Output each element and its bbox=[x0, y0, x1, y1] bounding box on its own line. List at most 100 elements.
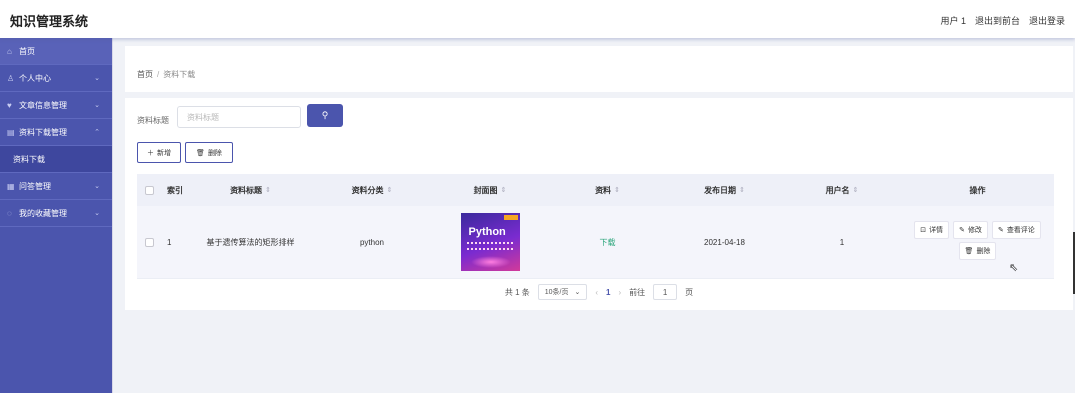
current-page[interactable]: 1 bbox=[606, 288, 610, 297]
sidebar-item-article-management[interactable]: ♥ 文章信息管理 ⌄ bbox=[0, 92, 112, 119]
row-user: 1 bbox=[839, 237, 845, 247]
view-comments-button[interactable]: ✎ 查看评论 bbox=[991, 221, 1041, 239]
sidebar-item-label: 问答管理 bbox=[19, 181, 51, 191]
select-all-cell bbox=[137, 174, 161, 206]
row-title: 基于遗传算法的矩形排样 bbox=[206, 237, 295, 247]
sidebar-item-qa-management[interactable]: ▦ 问答管理 ⌄ bbox=[0, 173, 112, 200]
search-button[interactable]: ⚲ bbox=[307, 104, 343, 127]
row-index: 1 bbox=[167, 237, 172, 247]
header-date[interactable]: 发布日期 ⇕ bbox=[666, 174, 783, 206]
detail-label: 详情 bbox=[929, 227, 944, 234]
edit-label: 修改 bbox=[967, 227, 982, 234]
sort-icon[interactable]: ⇕ bbox=[265, 186, 271, 194]
header-user-label: 用户名 bbox=[825, 185, 850, 195]
ops-row-2: 🗑 删除 bbox=[958, 242, 997, 260]
grid-icon: ▦ bbox=[7, 181, 15, 191]
row-delete-label: 删除 bbox=[976, 248, 991, 255]
breadcrumb-panel: 首页 / 资料下载 bbox=[125, 46, 1073, 92]
sidebar-item-favorites-management[interactable]: ◌ 我的收藏管理 ⌄ bbox=[0, 200, 112, 227]
table-header: 索引 资料标题 ⇕ 资料分类 ⇕ 封面图 ⇕ 资料 ⇕ 发布日期 ⇕ 用户名 ⇕ 操作 bbox=[137, 174, 1054, 206]
header-ops: 操作 bbox=[969, 185, 986, 195]
sidebar-item-personal-center[interactable]: ♙ 个人中心 ⌄ bbox=[0, 65, 112, 92]
app-title: 知识管理系统 bbox=[10, 14, 89, 29]
sort-icon[interactable]: ⇕ bbox=[853, 186, 859, 194]
breadcrumb-separator: / bbox=[157, 70, 160, 79]
ops-row-1: ⊡ 详情 ✎ 修改 ✎ 查看评论 bbox=[914, 221, 1041, 239]
sidebar-item-label: 个人中心 bbox=[19, 73, 51, 83]
sidebar-item-label: 文章信息管理 bbox=[19, 100, 67, 110]
header-cover[interactable]: 封面图 ⇕ bbox=[431, 174, 549, 206]
folder-icon: ▤ bbox=[7, 127, 15, 137]
chevron-up-icon: ⌃ bbox=[94, 129, 100, 136]
home-icon: ⌂ bbox=[7, 46, 12, 56]
header-title[interactable]: 资料标题 ⇕ bbox=[188, 174, 313, 206]
top-bar: 知识管理系统 用户 1 退出到前台 退出登录 bbox=[0, 0, 1075, 38]
prev-page-icon[interactable]: ‹ bbox=[595, 288, 598, 297]
add-button[interactable]: ＋新增 bbox=[137, 142, 181, 163]
chevron-down-icon: ⌄ bbox=[94, 183, 100, 190]
data-table: 索引 资料标题 ⇕ 资料分类 ⇕ 封面图 ⇕ 资料 ⇕ 发布日期 ⇕ 用户名 ⇕ 操作 1 … bbox=[137, 174, 1054, 279]
view-comments-label: 查看评论 bbox=[1006, 227, 1035, 234]
sort-icon[interactable]: ⇕ bbox=[501, 186, 507, 194]
comment-icon: ✎ bbox=[997, 227, 1004, 234]
page-size-select[interactable]: 10条/页 ⌄ bbox=[537, 284, 588, 300]
pagination: 共 1 条 10条/页 ⌄ ‹ 1 › 前往 1 页 bbox=[125, 284, 1073, 300]
user-icon: ♙ bbox=[7, 73, 15, 83]
chevron-down-icon: ⌄ bbox=[94, 75, 100, 82]
table-row: 1 基于遗传算法的矩形排样 python Python 下载 2021-04-1… bbox=[137, 206, 1054, 279]
header-category-label: 资料分类 bbox=[351, 185, 384, 195]
goto-page-input[interactable]: 1 bbox=[653, 284, 678, 300]
logout-link[interactable]: 退出登录 bbox=[1029, 14, 1065, 27]
shield-icon: ♥ bbox=[7, 100, 12, 110]
row-file-cell: 下载 bbox=[549, 206, 666, 278]
cover-badge bbox=[503, 215, 518, 220]
exit-to-front-link[interactable]: 退出到前台 bbox=[975, 14, 1020, 27]
header-file[interactable]: 资料 ⇕ bbox=[549, 174, 666, 206]
breadcrumb-current: 资料下载 bbox=[163, 70, 196, 79]
search-input[interactable] bbox=[177, 106, 301, 128]
sidebar-item-label: 资料下载管理 bbox=[19, 127, 67, 137]
header-cover-label: 封面图 bbox=[473, 185, 498, 195]
detail-button[interactable]: ⊡ 详情 bbox=[914, 221, 950, 239]
row-delete-button[interactable]: 🗑 删除 bbox=[958, 242, 997, 260]
edit-button[interactable]: ✎ 修改 bbox=[953, 221, 988, 239]
sort-icon[interactable]: ⇕ bbox=[739, 186, 745, 194]
header-category[interactable]: 资料分类 ⇕ bbox=[313, 174, 431, 206]
row-category: python bbox=[359, 237, 385, 247]
row-checkbox[interactable] bbox=[144, 237, 154, 247]
sort-icon[interactable]: ⇕ bbox=[614, 186, 620, 194]
page-suffix: 页 bbox=[685, 287, 694, 297]
cover-decoration bbox=[466, 242, 513, 250]
sort-icon[interactable]: ⇕ bbox=[387, 186, 393, 194]
sidebar-item-home[interactable]: ⌂ 首页 bbox=[0, 38, 112, 65]
sidebar-item-download-management[interactable]: ▤ 资料下载管理 ⌃ bbox=[0, 119, 112, 146]
delete-button-label: 删除 bbox=[207, 149, 222, 157]
row-ops: ⊡ 详情 ✎ 修改 ✎ 查看评论 🗑 删除 bbox=[901, 206, 1054, 278]
cover-image: Python bbox=[460, 213, 520, 271]
page-size-value: 10条/页 bbox=[544, 289, 569, 296]
add-button-label: 新增 bbox=[157, 149, 171, 157]
download-link[interactable]: 下载 bbox=[600, 237, 616, 248]
goto-label: 前往 bbox=[629, 287, 646, 297]
sidebar-item-label: 我的收藏管理 bbox=[19, 208, 67, 218]
edit-icon: ✎ bbox=[959, 227, 965, 234]
cover-glow bbox=[470, 256, 511, 268]
breadcrumb: 首页 / 资料下载 bbox=[137, 69, 195, 80]
select-all-checkbox[interactable] bbox=[144, 185, 154, 195]
user-name[interactable]: 用户 1 bbox=[940, 14, 966, 27]
search-label: 资料标题 bbox=[137, 116, 169, 125]
top-nav: 用户 1 退出到前台 退出登录 bbox=[940, 14, 1065, 27]
chevron-down-icon: ⌄ bbox=[94, 102, 100, 109]
search-icon: ⚲ bbox=[321, 110, 329, 120]
trash-icon: 🗑 bbox=[196, 149, 205, 157]
row-select-cell bbox=[137, 206, 161, 278]
sidebar-item-downloads[interactable]: 资料下载 bbox=[0, 146, 112, 173]
sidebar: ⌂ 首页 ♙ 个人中心 ⌄ ♥ 文章信息管理 ⌄ ▤ 资料下载管理 ⌃ 资料下载… bbox=[0, 38, 113, 393]
pagination-total: 共 1 条 bbox=[504, 287, 530, 297]
header-user[interactable]: 用户名 ⇕ bbox=[783, 174, 901, 206]
cover-title: Python bbox=[468, 226, 506, 238]
next-page-icon[interactable]: › bbox=[618, 288, 621, 297]
delete-button[interactable]: 🗑 删除 bbox=[185, 142, 233, 163]
row-cover-cell: Python bbox=[431, 206, 549, 278]
breadcrumb-home[interactable]: 首页 bbox=[137, 70, 153, 79]
